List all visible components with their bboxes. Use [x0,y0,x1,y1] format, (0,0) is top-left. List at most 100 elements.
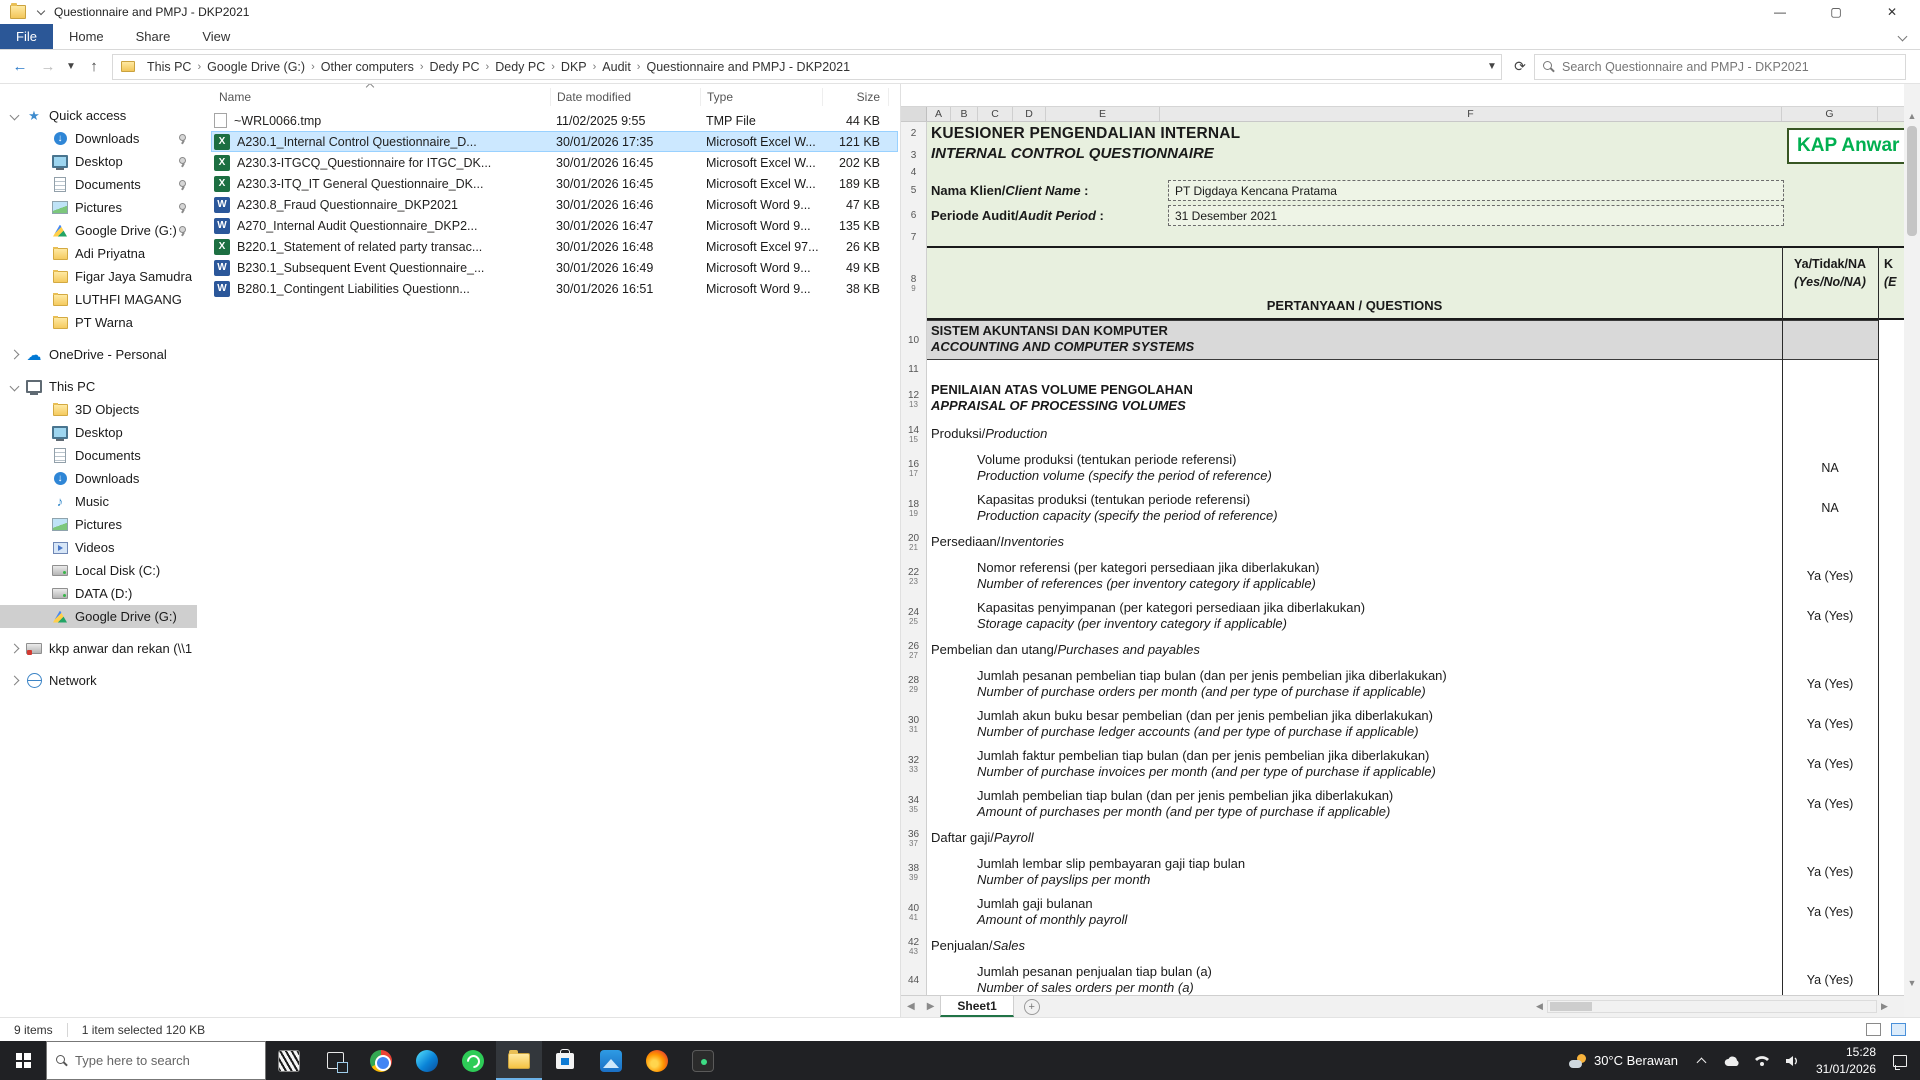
sidebar-item-pt-warna[interactable]: PT Warna [0,311,197,334]
breadcrumb-item-dedy-pc[interactable]: Dedy PC [426,60,484,74]
row-number-gutter[interactable]: 89 [901,246,927,320]
sidebar-item-local-disk-c[interactable]: Local Disk (C:) [0,559,197,582]
maximize-button[interactable]: ▢ [1808,0,1864,24]
field-value[interactable]: PT Digdaya Kencana Pratama [1168,180,1784,201]
answer-value[interactable]: Ya (Yes) [1782,677,1878,691]
horizontal-scrollbar[interactable]: ◀ ▶ [1532,999,1892,1014]
sheet-cell[interactable]: Volume produksi (tentukan periode refere… [927,448,1904,488]
answer-value[interactable]: Ya (Yes) [1782,973,1878,987]
sheet-cell[interactable]: Jumlah akun buku besar pembelian (dan pe… [927,704,1904,744]
details-view-icon[interactable] [1866,1023,1881,1036]
taskbar-app-zebra-photo[interactable] [266,1041,312,1080]
file-row-b220-1-statement-of[interactable]: XB220.1_Statement of related party trans… [211,236,898,257]
sheet-cell[interactable]: Nama Klien/Client Name :PT Digdaya Kenca… [927,178,1904,203]
sidebar-item-desktop[interactable]: Desktop [0,150,197,173]
column-header-b[interactable]: B [951,107,978,121]
sheet-cell[interactable] [927,228,1904,246]
sidebar-item-downloads[interactable]: Downloads [0,467,197,490]
taskbar-app-file-explorer[interactable] [496,1041,542,1080]
row-number-gutter[interactable]: 3839 [901,852,927,892]
taskbar-app-dark-app[interactable] [680,1041,726,1080]
minimize-button[interactable]: — [1752,0,1808,24]
breadcrumb-item-google-drive-g[interactable]: Google Drive (G:) [203,60,309,74]
sheet-cell[interactable] [927,360,1904,378]
row-number-gutter[interactable]: 1617 [901,448,927,488]
row-number-gutter[interactable]: 4243 [901,932,927,960]
sidebar-item-downloads[interactable]: Downloads [0,127,197,150]
refresh-button[interactable]: ⟳ [1506,53,1534,81]
sheet-cell[interactable]: Nomor referensi (per kategori persediaan… [927,556,1904,596]
sidebar-item-desktop[interactable]: Desktop [0,421,197,444]
answer-value[interactable]: Ya (Yes) [1782,757,1878,771]
answer-value[interactable]: Ya (Yes) [1782,717,1878,731]
sheet-cell[interactable]: Periode Audit/Audit Period :31 Desember … [927,203,1904,228]
recent-locations-chevron-icon[interactable]: ▼ [62,53,80,81]
sidebar-item-3d-objects[interactable]: 3D Objects [0,398,197,421]
sheet-cell[interactable]: SISTEM AKUNTANSI DAN KOMPUTERACCOUNTING … [927,320,1904,360]
sidebar-section-this-pc[interactable]: This PC [0,375,197,398]
row-number-gutter[interactable]: 1819 [901,488,927,528]
file-row-a230-3-itgcq-questio[interactable]: XA230.3-ITGCQ_Questionnaire for ITGC_DK.… [211,152,898,173]
weather-widget[interactable]: 30°C Berawan [1559,1053,1688,1068]
menu-tab-file[interactable]: File [0,24,53,49]
back-button[interactable]: ← [6,53,34,81]
horizontal-scroll-thumb[interactable] [1550,1002,1592,1011]
row-number-gutter[interactable]: 1415 [901,420,927,448]
address-field[interactable]: This PC›Google Drive (G:)›Other computer… [112,54,1502,80]
taskbar-app-chrome[interactable] [358,1041,404,1080]
answer-value[interactable]: Ya (Yes) [1782,569,1878,583]
forward-button[interactable]: → [34,53,62,81]
row-number-gutter[interactable]: 7 [901,228,927,246]
row-number-gutter[interactable]: 2627 [901,636,927,664]
sheet-cell[interactable]: Jumlah faktur pembelian tiap bulan (dan … [927,744,1904,784]
sidebar-item-google-drive-g[interactable]: Google Drive (G:) [0,605,197,628]
sidebar-item-pictures[interactable]: Pictures [0,196,197,219]
row-number-gutter[interactable]: 3435 [901,784,927,824]
onedrive-tray-icon[interactable] [1717,1055,1747,1067]
sheet-cell[interactable]: Jumlah gaji bulananAmount of monthly pay… [927,892,1904,932]
large-icons-view-icon[interactable] [1891,1023,1906,1036]
up-button[interactable]: ↑ [80,53,108,81]
sidebar-item-figar-jaya-samudra[interactable]: Figar Jaya Samudra [0,265,197,288]
sidebar-item-google-drive-g[interactable]: Google Drive (G:) [0,219,197,242]
taskbar-app-photos[interactable] [588,1041,634,1080]
chevron-down-icon[interactable] [10,111,20,121]
sidebar-item-pictures[interactable]: Pictures [0,513,197,536]
volume-tray-icon[interactable] [1777,1055,1807,1067]
column-header-date-modified[interactable]: Date modified [551,88,701,106]
row-number-gutter[interactable]: 2021 [901,528,927,556]
answer-value[interactable]: Ya (Yes) [1782,609,1878,623]
row-number-gutter[interactable]: 11 [901,360,927,378]
row-number-gutter[interactable]: 2425 [901,596,927,636]
breadcrumb-item-this-pc[interactable]: This PC [143,60,195,74]
file-row-b280-1-contingent-li[interactable]: WB280.1_Contingent Liabilities Questionn… [211,278,898,299]
vertical-scrollbar[interactable]: ▲ ▼ [1904,84,1920,1017]
search-input[interactable] [1562,60,1897,74]
sheet-cell[interactable]: Penjualan/Sales [927,932,1904,960]
taskbar-app-microsoft-store[interactable] [542,1041,588,1080]
file-row-wrl0066-tmp[interactable]: ~WRL0066.tmp11/02/2025 9:55TMP File44 KB [211,110,898,131]
sidebar-item-music[interactable]: Music [0,490,197,513]
select-all-corner[interactable] [901,107,927,121]
sheet-cell[interactable]: Jumlah pesanan penjualan tiap bulan (a)N… [927,960,1904,995]
row-number-gutter[interactable]: 44 [901,960,927,995]
breadcrumb-item-audit[interactable]: Audit [598,60,635,74]
search-box[interactable] [1534,54,1906,80]
answer-value[interactable]: Ya (Yes) [1782,797,1878,811]
row-number-gutter[interactable]: 3233 [901,744,927,784]
sheet-cell[interactable]: Produksi/Production [927,420,1904,448]
menu-tab-view[interactable]: View [186,24,246,49]
file-row-a230-3-itq-it-genera[interactable]: XA230.3-ITQ_IT General Questionnaire_DK.… [211,173,898,194]
sheet-cell[interactable]: Jumlah lembar slip pembayaran gaji tiap … [927,852,1904,892]
sidebar-item-documents[interactable]: Documents [0,444,197,467]
row-number-gutter[interactable]: 4041 [901,892,927,932]
column-header-e[interactable]: E [1046,107,1160,121]
field-value[interactable]: 31 Desember 2021 [1168,205,1784,226]
close-button[interactable]: ✕ [1864,0,1920,24]
sheet-cell[interactable]: KUESIONER PENGENDALIAN INTERNAL [927,122,1904,144]
sidebar-item-luthfi-magang[interactable]: LUTHFI MAGANG [0,288,197,311]
sidebar-section-network[interactable]: Network [0,669,197,692]
sheet-cell[interactable]: Kapasitas penyimpanan (per kategori pers… [927,596,1904,636]
scroll-right-icon[interactable]: ▶ [1877,1001,1892,1012]
sidebar-item-videos[interactable]: Videos [0,536,197,559]
